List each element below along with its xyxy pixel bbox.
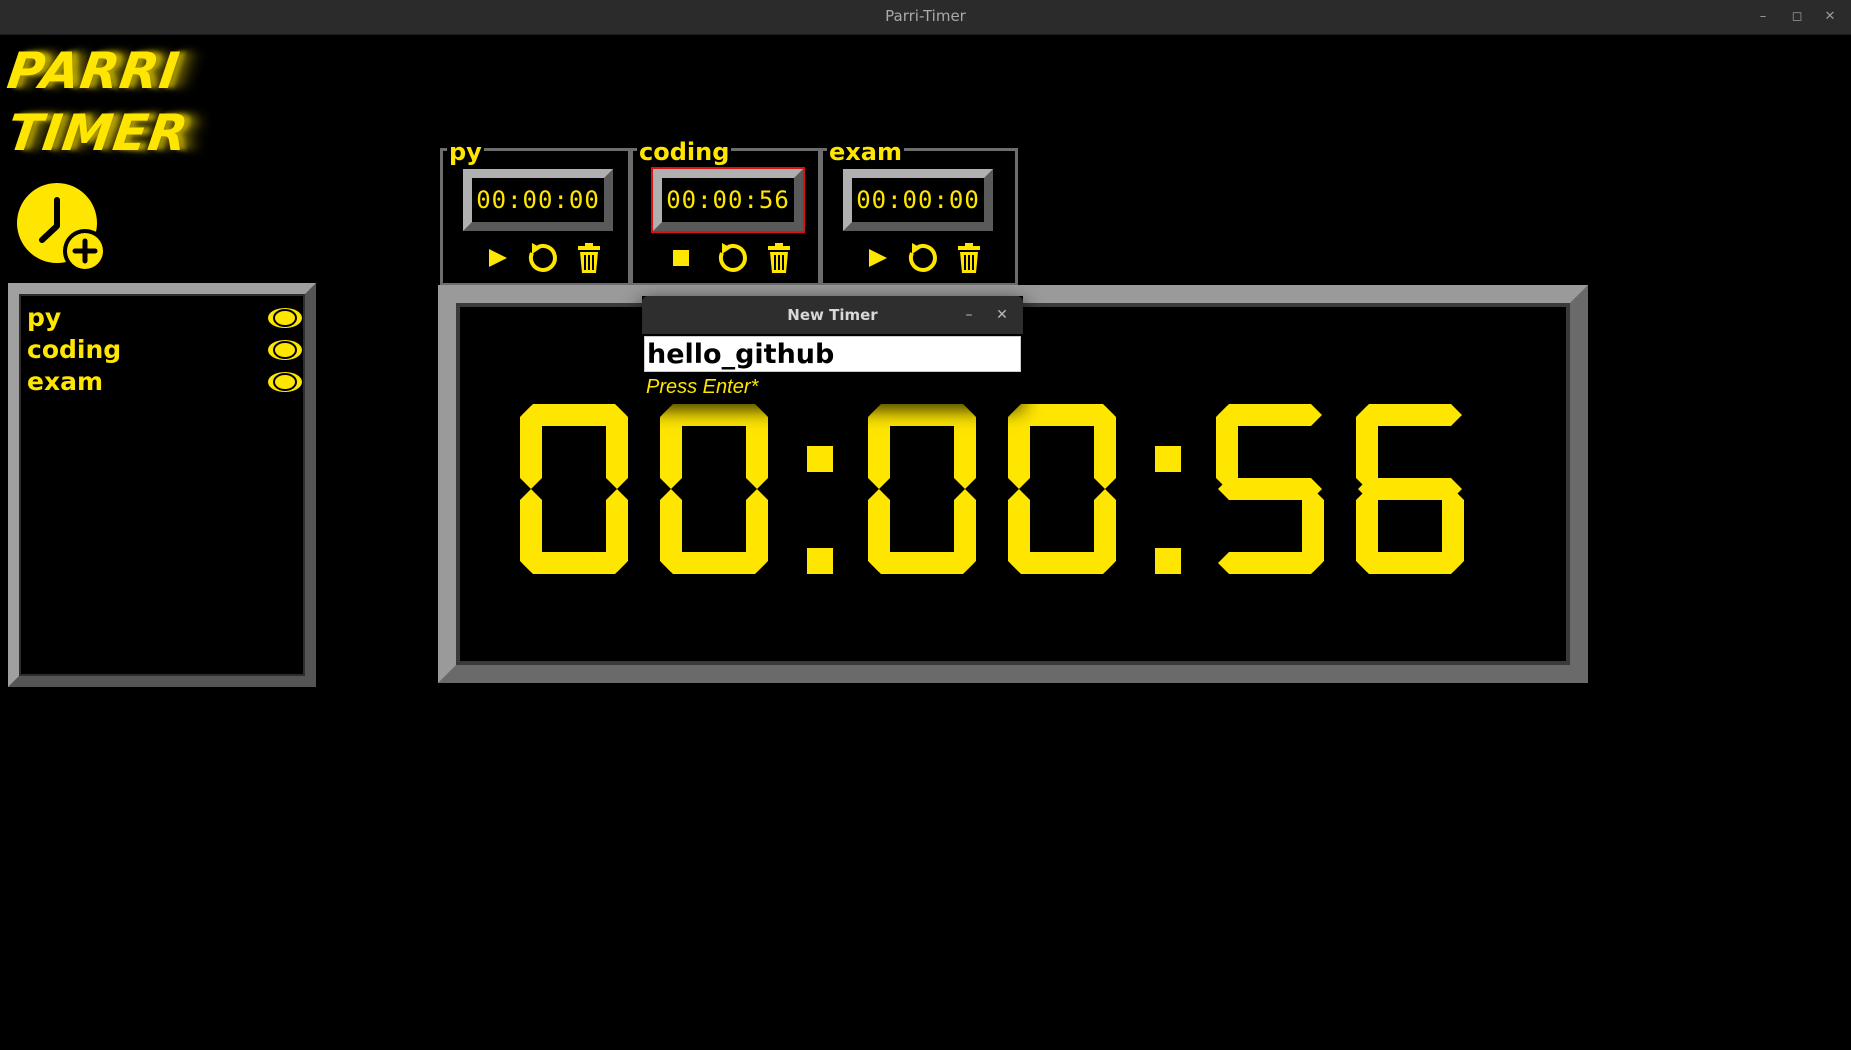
digit-segment	[520, 489, 542, 572]
colon-dot	[807, 548, 833, 574]
timer-card-label: exam	[827, 138, 904, 166]
list-item-label: exam	[27, 367, 104, 396]
colon-dot	[1155, 548, 1181, 574]
stop-icon	[673, 250, 689, 266]
reset-icon	[528, 243, 557, 272]
timer-time: 00:00:00	[476, 186, 600, 214]
digit-segment	[1008, 406, 1030, 489]
logo-line-2: TIMER	[3, 104, 193, 162]
timer-display: 00:00:56	[651, 167, 805, 233]
digit-segment	[660, 406, 682, 489]
digit-segment	[606, 406, 628, 489]
logo-line-1: PARRI	[3, 42, 184, 100]
timer-time: 00:00:00	[856, 186, 980, 214]
trash-icon	[958, 243, 980, 273]
play-icon	[869, 249, 887, 267]
reset-button[interactable]	[714, 241, 748, 275]
reset-button[interactable]	[904, 241, 938, 275]
dialog-hint: Press Enter*	[646, 376, 759, 398]
digit-segment	[1442, 489, 1464, 572]
digit-segment	[1094, 406, 1116, 489]
timer-card-py: py 00:00:00	[440, 139, 631, 286]
list-item-label: py	[27, 303, 62, 332]
title-bar: Parri-Timer – ◻ ✕	[0, 0, 1851, 35]
timer-display: 00:00:00	[843, 169, 993, 231]
digit-segment	[520, 406, 542, 489]
digit-segment	[868, 406, 890, 489]
digit-segment	[1216, 406, 1238, 489]
list-item-coding[interactable]: coding	[27, 335, 307, 365]
minimize-icon[interactable]: –	[958, 304, 980, 326]
digit-segment	[1008, 489, 1030, 572]
colon-dot	[807, 446, 833, 472]
timer-card-label: coding	[637, 138, 732, 166]
dialog-title-bar: New Timer – ✕	[642, 296, 1023, 334]
minimize-icon[interactable]: –	[1752, 6, 1774, 28]
timer-name-input[interactable]	[644, 336, 1021, 372]
timer-card-coding: coding 00:00:56	[630, 139, 821, 286]
eye-icon[interactable]	[267, 339, 303, 361]
logo: PARRI TIMER	[4, 40, 248, 164]
timer-list: py coding exam	[8, 283, 316, 687]
digit-segment	[1218, 552, 1322, 574]
play-button[interactable]	[859, 241, 893, 275]
list-item-exam[interactable]: exam	[27, 367, 307, 397]
timer-time: 00:00:56	[666, 186, 790, 214]
list-item-label: coding	[27, 335, 122, 364]
reset-icon	[908, 243, 937, 272]
trash-icon	[768, 243, 790, 273]
close-icon[interactable]: ✕	[1819, 6, 1841, 28]
add-timer-button[interactable]	[16, 182, 108, 274]
delete-button[interactable]	[762, 241, 796, 275]
delete-button[interactable]	[572, 241, 606, 275]
maximize-icon[interactable]: ◻	[1786, 6, 1808, 28]
clock-plus-icon	[17, 183, 107, 273]
app-window: Parri-Timer – ◻ ✕ PARRI TIMER py coding	[0, 0, 1851, 1050]
reset-icon	[718, 243, 747, 272]
digit-segment	[746, 406, 768, 489]
play-button[interactable]	[479, 241, 513, 275]
timer-card-label: py	[447, 138, 484, 166]
digit-segment	[1356, 406, 1378, 489]
trash-icon	[578, 243, 600, 273]
eye-icon[interactable]	[267, 371, 303, 393]
new-timer-dialog: New Timer – ✕ Press Enter*	[642, 296, 1023, 404]
stop-button[interactable]	[663, 241, 697, 275]
play-icon	[489, 249, 507, 267]
timer-display: 00:00:00	[463, 169, 613, 231]
close-icon[interactable]: ✕	[991, 304, 1013, 326]
digit-segment	[660, 489, 682, 572]
window-title: Parri-Timer	[885, 7, 966, 25]
list-item-py[interactable]: py	[27, 303, 307, 333]
colon-dot	[1155, 446, 1181, 472]
delete-button[interactable]	[952, 241, 986, 275]
digit-segment	[954, 406, 976, 489]
reset-button[interactable]	[524, 241, 558, 275]
digit-segment	[868, 489, 890, 572]
timer-card-exam: exam 00:00:00	[820, 139, 1018, 286]
eye-icon[interactable]	[267, 307, 303, 329]
